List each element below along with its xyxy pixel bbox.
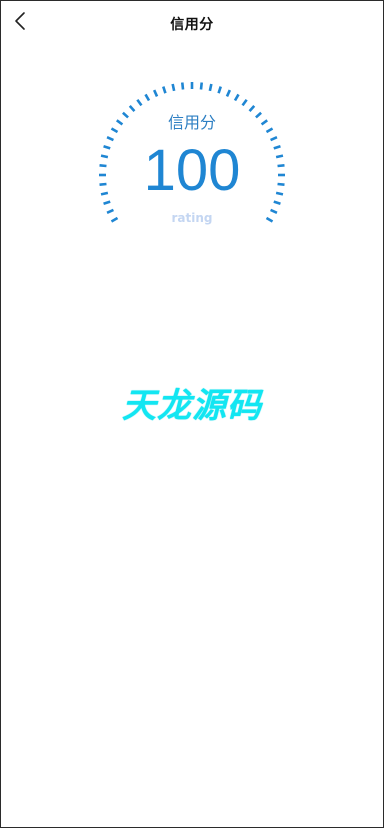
watermark-text: 天龙源码: [122, 386, 262, 426]
credit-score-gauge: 信用分 100 rating: [1, 45, 383, 255]
gauge-tick: [241, 98, 248, 107]
page-title: 信用分: [170, 17, 214, 33]
gauge-tick: [162, 86, 167, 94]
gauge-tick: [217, 86, 222, 94]
gauge-tick: [152, 89, 159, 97]
credit-score-value: 100: [143, 138, 241, 203]
gauge-tick: [233, 93, 240, 102]
gauge-tick: [136, 98, 143, 107]
gauge-tick: [199, 82, 204, 90]
app-screen: 信用分 信用分 100 rating 天龙源码: [0, 0, 384, 828]
gauge-tick: [171, 83, 176, 92]
gauge-tick: [144, 93, 151, 102]
gauge-tick: [225, 89, 232, 97]
nav-bar: 信用分: [1, 1, 383, 45]
gauge-label: 信用分: [167, 113, 216, 132]
gauge-tick: [180, 82, 185, 90]
gauge-tick: [208, 83, 213, 92]
gauge-caption: rating: [171, 211, 213, 225]
